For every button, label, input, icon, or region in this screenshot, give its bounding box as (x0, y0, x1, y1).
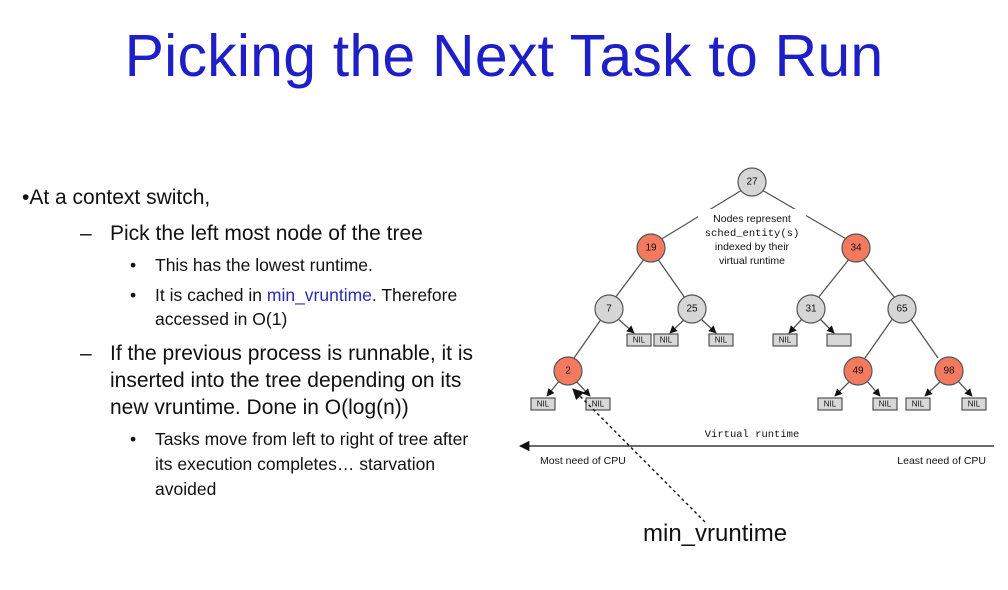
left-axis-label: Most need of CPU (540, 455, 626, 467)
nil-label: NIL (715, 336, 728, 345)
node-label: 2 (565, 366, 571, 377)
edge (909, 317, 939, 359)
nil-label: NIL (633, 336, 646, 345)
node-label: 25 (686, 304, 698, 315)
nil-label: NIL (824, 400, 837, 409)
nil-label: NIL (779, 336, 792, 345)
edge (699, 317, 717, 334)
edge (834, 379, 852, 397)
nil-label: NIL (968, 400, 981, 409)
node-label: 65 (896, 304, 908, 315)
node-65: 65 (887, 294, 917, 324)
caption-line: indexed by their (715, 241, 790, 253)
edge (656, 257, 686, 299)
nil-leaf: NIL (530, 397, 556, 411)
node-7: 7 (594, 294, 624, 324)
edge (817, 257, 851, 299)
edge (546, 379, 561, 397)
nil-leaf: NIL (961, 397, 987, 411)
node-label: 31 (805, 304, 817, 315)
edge (861, 257, 896, 299)
node-2: 2 (553, 356, 583, 386)
nil-label: NIL (537, 400, 550, 409)
axis-label: Virtual runtime (705, 429, 800, 441)
caption-line: sched_entity(s) (705, 228, 800, 240)
nil-leaf: NIL (708, 333, 734, 347)
nil-leaf: NIL (817, 397, 843, 411)
edge (864, 317, 894, 359)
edge (573, 317, 603, 359)
right-axis-label: Least need of CPU (897, 455, 986, 467)
edge (956, 379, 973, 397)
nil-label: NIL (912, 400, 925, 409)
node-98: 98 (934, 356, 964, 386)
node-label: 98 (943, 366, 955, 377)
min-vruntime-label: min_vruntime (643, 520, 788, 547)
edge (616, 317, 635, 334)
edge (614, 257, 646, 299)
nil-label: NIL (879, 400, 892, 409)
node-49: 49 (843, 356, 873, 386)
caption-line: virtual runtime (719, 255, 785, 267)
node-label: 27 (746, 177, 758, 188)
node-31: 31 (796, 294, 826, 324)
nil-leaf: NIL (872, 397, 898, 411)
nil-leaf: NIL (626, 333, 652, 347)
caption-line: Nodes represent (713, 213, 791, 225)
node-34: 34 (841, 233, 871, 263)
nil-leaf: NIL (585, 397, 611, 411)
nil-label: NIL (592, 400, 605, 409)
empty-leaf (826, 333, 852, 347)
node-27: 27 (737, 167, 767, 197)
node-label: 19 (645, 243, 657, 254)
rb-tree-diagram: 27 19 34 7 25 31 65 2 49 98 NIL NIL NIL … (518, 167, 994, 523)
node-19: 19 (636, 233, 666, 263)
node-label: 34 (850, 243, 862, 254)
edge (924, 379, 943, 397)
nil-label: NIL (660, 336, 673, 345)
nil-leaf: NIL (653, 333, 679, 347)
node-25: 25 (677, 294, 707, 324)
node-label: 7 (606, 304, 612, 315)
node-label: 49 (852, 366, 864, 377)
nil-leaf: NIL (772, 333, 798, 347)
nil-leaf: NIL (905, 397, 931, 411)
edge (818, 317, 835, 334)
edge (865, 379, 881, 397)
edge (788, 317, 804, 334)
